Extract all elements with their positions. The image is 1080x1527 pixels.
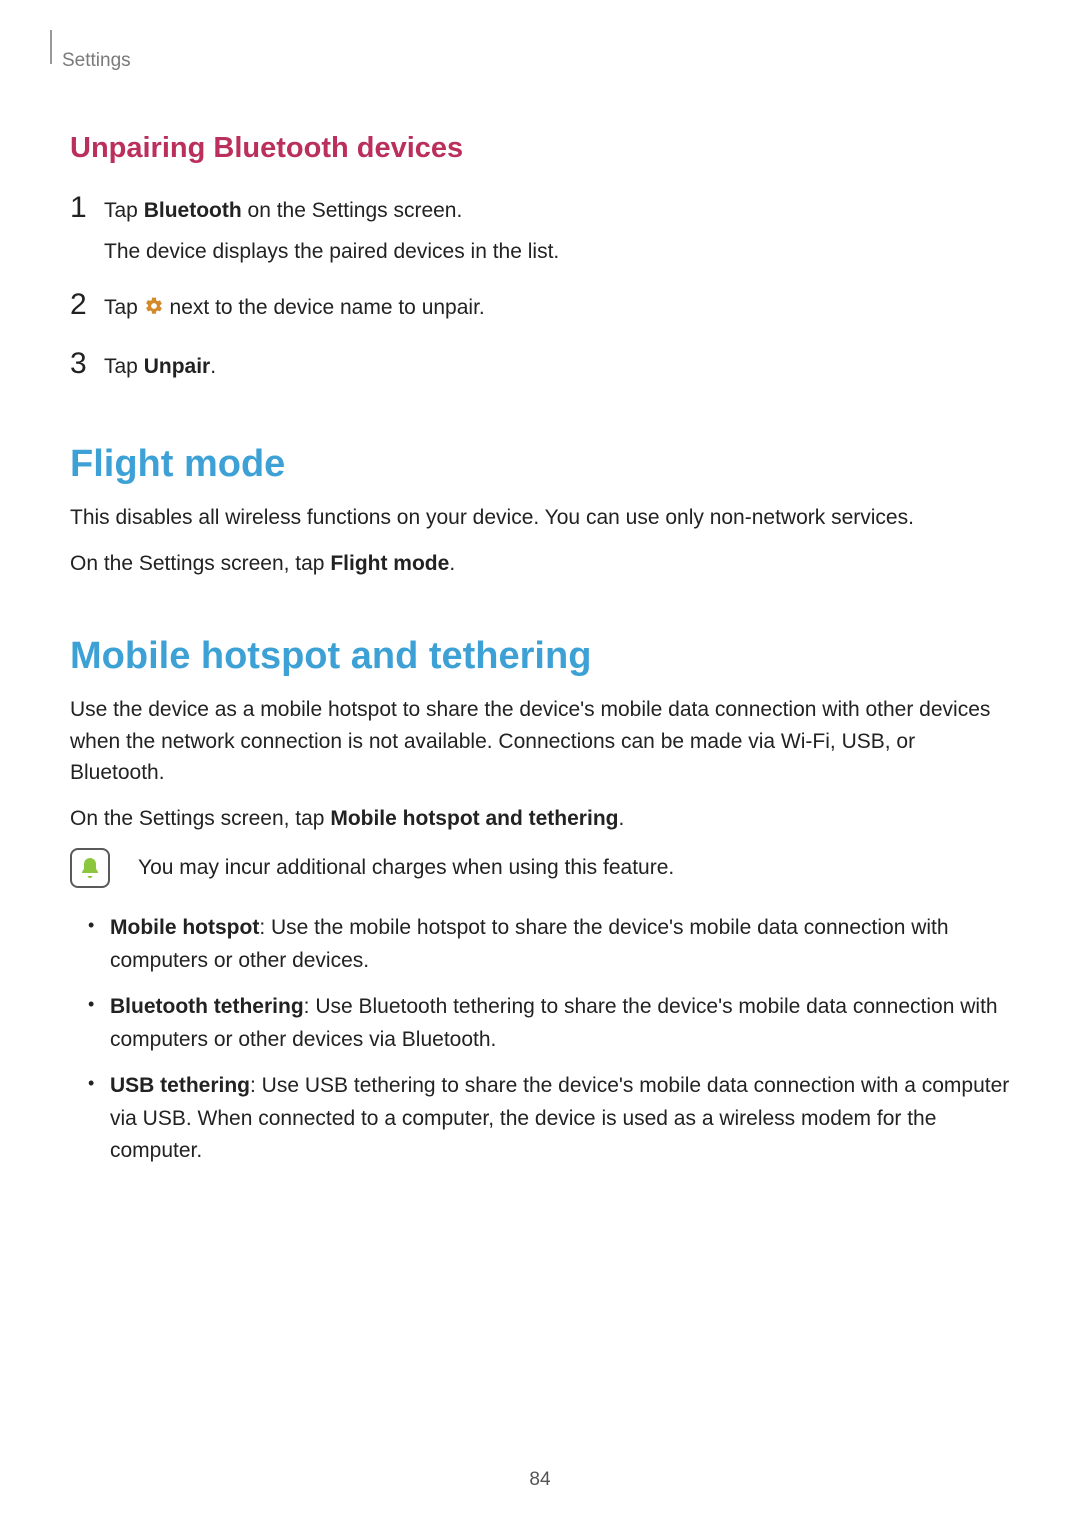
- note-callout: You may incur additional charges when us…: [70, 848, 1010, 888]
- step-body: Tap Bluetooth on the Settings screen. Th…: [104, 193, 559, 268]
- bold-text: Unpair: [144, 355, 211, 378]
- step-3: 3 Tap Unpair.: [70, 349, 1010, 384]
- list-item: Bluetooth tethering: Use Bluetooth tethe…: [88, 991, 1010, 1056]
- text: On the Settings screen, tap: [70, 552, 330, 575]
- header-rule: Settings: [50, 30, 1010, 64]
- text: On the Settings screen, tap: [70, 807, 330, 830]
- note-text: You may incur additional charges when us…: [138, 852, 674, 884]
- text: Tap: [104, 199, 144, 222]
- text: .: [618, 807, 624, 830]
- section-title-hotspot: Mobile hotspot and tethering: [70, 635, 1010, 678]
- text: .: [449, 552, 455, 575]
- step-1: 1 Tap Bluetooth on the Settings screen. …: [70, 193, 1010, 268]
- gear-icon: [144, 294, 164, 327]
- header-section-label: Settings: [62, 50, 131, 72]
- paragraph: Use the device as a mobile hotspot to sh…: [70, 694, 1010, 789]
- step-number: 2: [70, 290, 104, 320]
- step-number: 1: [70, 193, 104, 223]
- page-number: 84: [0, 1469, 1080, 1491]
- text: Tap: [104, 296, 144, 319]
- page-content: Unpairing Bluetooth devices 1 Tap Blueto…: [50, 132, 1010, 1168]
- bold-text: Mobile hotspot: [110, 916, 259, 939]
- paragraph: On the Settings screen, tap Flight mode.: [70, 548, 1010, 580]
- bold-text: Bluetooth: [144, 199, 242, 222]
- subheading-unpairing: Unpairing Bluetooth devices: [70, 132, 1010, 165]
- text: .: [210, 355, 216, 378]
- step-2: 2 Tap next to the device name to unpair.: [70, 290, 1010, 327]
- section-title-flight-mode: Flight mode: [70, 443, 1010, 486]
- bold-text: Flight mode: [330, 552, 449, 575]
- step-body: Tap next to the device name to unpair.: [104, 290, 485, 327]
- step-number: 3: [70, 349, 104, 379]
- text: next to the device name to unpair.: [164, 296, 485, 319]
- paragraph: On the Settings screen, tap Mobile hotsp…: [70, 803, 1010, 835]
- paragraph: This disables all wireless functions on …: [70, 502, 1010, 534]
- bold-text: USB tethering: [110, 1074, 250, 1097]
- bullet-list: Mobile hotspot: Use the mobile hotspot t…: [70, 912, 1010, 1168]
- bold-text: Bluetooth tethering: [110, 995, 304, 1018]
- list-item: Mobile hotspot: Use the mobile hotspot t…: [88, 912, 1010, 977]
- text: Tap: [104, 355, 144, 378]
- step-subtext: The device displays the paired devices i…: [104, 236, 559, 269]
- bold-text: Mobile hotspot and tethering: [330, 807, 618, 830]
- step-body: Tap Unpair.: [104, 349, 216, 384]
- text: on the Settings screen.: [242, 199, 463, 222]
- list-item: USB tethering: Use USB tethering to shar…: [88, 1070, 1010, 1168]
- bell-icon: [70, 848, 110, 888]
